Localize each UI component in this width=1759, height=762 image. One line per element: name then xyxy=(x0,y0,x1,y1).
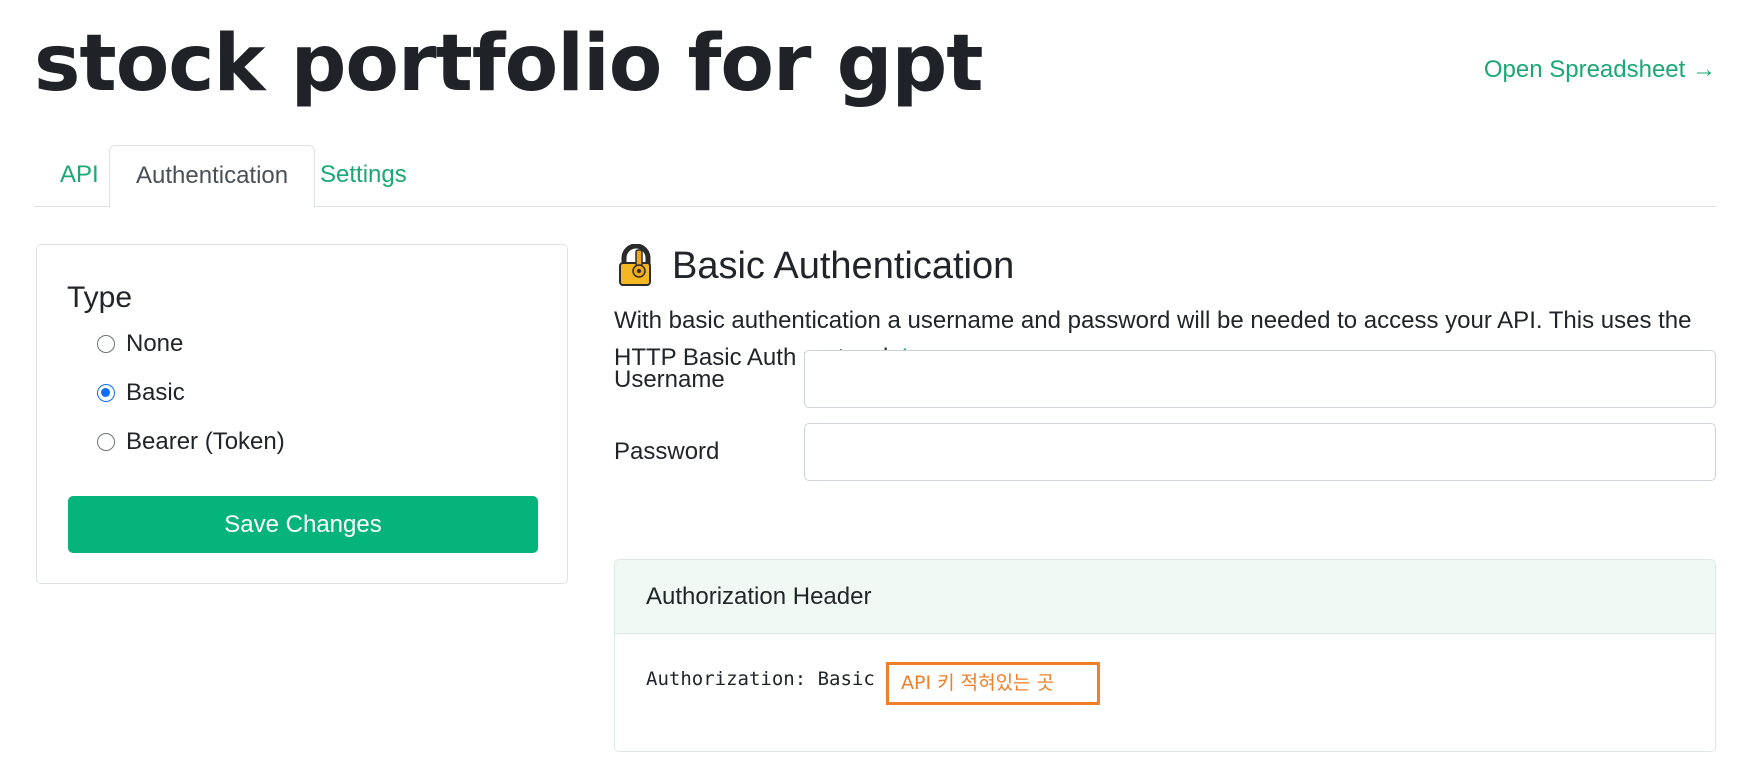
api-key-annotation: API 키 적혀있는 곳 xyxy=(886,662,1100,705)
username-input[interactable] xyxy=(804,350,1716,408)
tab-settings[interactable]: Settings xyxy=(294,145,433,207)
basic-auth-heading: Basic Authentication xyxy=(672,244,1015,287)
authorization-header-title: Authorization Header xyxy=(615,560,1715,634)
radio-bearer[interactable] xyxy=(97,433,115,451)
save-changes-button[interactable]: Save Changes xyxy=(68,496,538,553)
radio-none[interactable] xyxy=(97,335,115,353)
radio-option-basic[interactable]: Basic xyxy=(97,379,185,407)
radio-label-bearer: Bearer (Token) xyxy=(126,428,285,455)
password-label: Password xyxy=(614,438,720,465)
page: stock portfolio for gpt Open Spreadsheet… xyxy=(0,0,1759,762)
radio-label-basic: Basic xyxy=(126,379,185,406)
radio-option-bearer[interactable]: Bearer (Token) xyxy=(97,428,285,456)
username-label: Username xyxy=(614,366,725,393)
auth-type-card: Type None Basic Bearer (Token) Save Chan… xyxy=(36,244,568,584)
password-input[interactable] xyxy=(804,423,1716,481)
tab-bar: API Authentication Settings xyxy=(34,145,1716,208)
type-heading: Type xyxy=(67,281,133,314)
page-title: stock portfolio for gpt xyxy=(34,19,984,109)
authorization-code: Authorization: Basic xyxy=(646,668,875,690)
open-spreadsheet-link[interactable]: Open Spreadsheet → xyxy=(1484,56,1716,84)
lock-with-key-icon xyxy=(619,244,651,286)
radio-label-none: None xyxy=(126,330,184,357)
radio-option-none[interactable]: None xyxy=(97,330,183,358)
radio-basic[interactable] xyxy=(97,384,115,402)
authorization-header-card: Authorization Header Authorization: Basi… xyxy=(614,559,1716,752)
tab-authentication[interactable]: Authentication xyxy=(109,145,316,208)
basic-auth-heading-row: Basic Authentication xyxy=(614,244,1014,288)
